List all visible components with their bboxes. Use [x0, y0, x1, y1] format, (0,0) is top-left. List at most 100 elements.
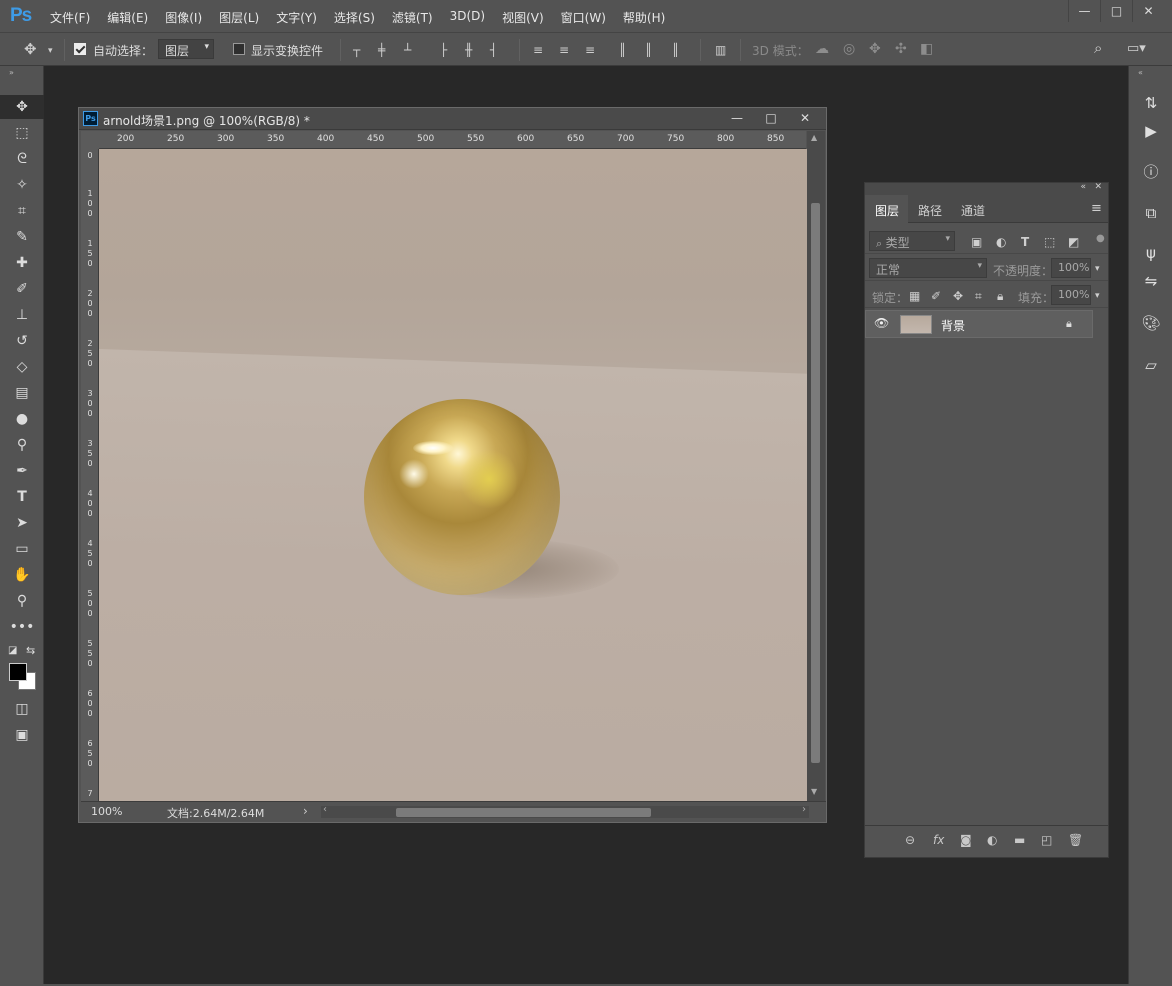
collapse-icon[interactable]: »: [9, 68, 14, 77]
eyedropper-tool-icon[interactable]: ✎: [0, 225, 44, 249]
filter-type-icon[interactable]: T: [1021, 235, 1029, 249]
filter-shape-icon[interactable]: ⬚: [1044, 235, 1055, 249]
align-bottom-icon[interactable]: ┴: [404, 43, 411, 57]
navigator-icon[interactable]: ▱: [1135, 352, 1167, 378]
default-colors-icon[interactable]: ◪: [8, 645, 17, 656]
distribute-hcenter-icon[interactable]: ║: [645, 43, 652, 57]
3d-orbit-icon[interactable]: ☁: [815, 42, 829, 56]
eraser-tool-icon[interactable]: ◇: [0, 355, 44, 379]
menu-select[interactable]: 选择(S): [334, 9, 375, 26]
align-left-icon[interactable]: ├: [440, 43, 447, 57]
chevron-down-icon[interactable]: ▾: [48, 44, 53, 58]
close-button[interactable]: ✕: [1132, 0, 1164, 22]
align-hcenter-icon[interactable]: ╫: [465, 43, 472, 57]
image-canvas[interactable]: [99, 149, 807, 801]
filter-adjustment-icon[interactable]: ◐: [996, 235, 1006, 249]
actions-play-icon[interactable]: ▶: [1135, 118, 1167, 144]
auto-select-dropdown[interactable]: 图层 ▾: [158, 39, 214, 59]
new-group-icon[interactable]: ▬: [1014, 833, 1025, 847]
zoom-tool-icon[interactable]: ⚲: [0, 589, 44, 613]
layer-filter-dropdown[interactable]: ⌕ 类型 ▾: [869, 231, 955, 251]
menu-filter[interactable]: 滤镜(T): [392, 9, 433, 26]
adjustments-icon[interactable]: ⇋: [1135, 268, 1167, 294]
healing-brush-tool-icon[interactable]: ✚: [0, 251, 44, 275]
horizontal-scrollbar[interactable]: ‹ ›: [321, 804, 809, 818]
zoom-level[interactable]: 100%: [91, 805, 122, 818]
trash-icon[interactable]: 🗑︎: [1068, 833, 1083, 847]
panel-menu-icon[interactable]: ≡: [1091, 201, 1102, 216]
restore-button[interactable]: □: [1100, 0, 1132, 22]
menu-edit[interactable]: 编辑(E): [107, 9, 148, 26]
3d-slide-icon[interactable]: ✣: [895, 42, 907, 56]
swap-colors-icon[interactable]: ⇆: [26, 644, 35, 657]
dodge-tool-icon[interactable]: ⚲: [0, 433, 44, 457]
tab-layers[interactable]: 图层: [865, 195, 908, 223]
menu-help[interactable]: 帮助(H): [623, 9, 665, 26]
hand-tool-icon[interactable]: ✋: [0, 563, 44, 587]
lock-artboard-icon[interactable]: ⌗: [975, 289, 982, 303]
lock-pixels-icon[interactable]: ✐: [931, 289, 941, 303]
marquee-tool-icon[interactable]: ⬚: [0, 121, 44, 145]
3d-pan-icon[interactable]: ✥: [869, 42, 881, 56]
vertical-scroll-thumb[interactable]: [811, 203, 820, 763]
distribute-vcenter-icon[interactable]: ≡: [559, 43, 569, 57]
lasso-tool-icon[interactable]: ᘓ: [0, 147, 44, 171]
lock-transparent-icon[interactable]: ▦: [909, 289, 920, 303]
distribute-right-icon[interactable]: ║: [672, 43, 679, 57]
history-brush-tool-icon[interactable]: ↺: [0, 329, 44, 353]
quick-mask-icon[interactable]: ◫: [0, 697, 44, 721]
pen-tool-icon[interactable]: ✒: [0, 459, 44, 483]
vertical-scrollbar[interactable]: ▲ ▼: [807, 131, 825, 801]
menu-window[interactable]: 窗口(W): [561, 9, 606, 26]
move-tool-icon[interactable]: ✥: [0, 95, 44, 119]
ruler-corner[interactable]: [81, 131, 99, 149]
search-icon[interactable]: ⌕: [1094, 41, 1102, 56]
eye-icon[interactable]: 👁︎: [874, 316, 889, 330]
crop-tool-icon[interactable]: ⌗: [0, 199, 44, 223]
expand-icon[interactable]: «: [1138, 68, 1143, 77]
swatches-palette-icon[interactable]: 🎨︎: [1135, 310, 1167, 336]
tab-paths[interactable]: 路径: [918, 202, 942, 219]
distribute-left-icon[interactable]: ║: [619, 43, 626, 57]
auto-select-checkbox[interactable]: [74, 42, 86, 56]
menu-image[interactable]: 图像(I): [165, 9, 202, 26]
align-right-icon[interactable]: ┤: [490, 43, 497, 57]
scroll-down-icon[interactable]: ▼: [811, 787, 817, 796]
show-transform-checkbox[interactable]: [233, 42, 245, 56]
properties-icon[interactable]: ⧉: [1135, 200, 1167, 226]
magic-wand-tool-icon[interactable]: ✧: [0, 173, 44, 197]
chevron-down-icon[interactable]: ▾: [1095, 262, 1100, 276]
rectangle-tool-icon[interactable]: ▭: [0, 537, 44, 561]
vertical-ruler[interactable]: 0 1 0 0 1 5 0 2 0 0 2 5 0 3 0 0 3 5 0 4 …: [81, 149, 99, 801]
auto-align-icon[interactable]: ▥: [715, 43, 726, 57]
chevron-down-icon[interactable]: ▾: [1095, 289, 1100, 303]
more-tools-icon[interactable]: •••: [0, 615, 44, 639]
blur-tool-icon[interactable]: ●: [0, 407, 44, 431]
document-tab[interactable]: Ps arnold场景1.png @ 100%(RGB/8) * — □ ✕: [79, 108, 826, 130]
brush-tool-icon[interactable]: ✐: [0, 277, 44, 301]
document-minimize-button[interactable]: —: [720, 108, 754, 128]
menu-file[interactable]: 文件(F): [50, 9, 90, 26]
blend-mode-dropdown[interactable]: 正常 ▾: [869, 258, 987, 278]
adjustment-layer-icon[interactable]: ◐: [987, 833, 997, 847]
link-layers-icon[interactable]: ⊖: [905, 833, 915, 847]
distribute-top-icon[interactable]: ≡: [533, 43, 543, 57]
add-mask-icon[interactable]: ◙: [960, 833, 972, 847]
type-tool-icon[interactable]: T: [0, 485, 44, 509]
scroll-up-icon[interactable]: ▲: [811, 133, 817, 142]
move-tool-icon[interactable]: ✥: [24, 42, 37, 57]
filter-smart-object-icon[interactable]: ◩: [1068, 235, 1079, 249]
collapse-icon[interactable]: «: [1080, 182, 1086, 192]
menu-type[interactable]: 文字(Y): [276, 9, 317, 26]
brushes-icon[interactable]: ψ: [1135, 240, 1167, 266]
document-size[interactable]: 文档:2.64M/2.64M: [167, 805, 264, 821]
close-icon[interactable]: ✕: [1094, 182, 1102, 192]
workspace-icon[interactable]: ▭▾: [1127, 42, 1146, 56]
chevron-right-icon[interactable]: ›: [303, 804, 308, 818]
new-layer-icon[interactable]: ◰: [1041, 833, 1052, 847]
foreground-color-swatch[interactable]: [9, 663, 27, 681]
lock-position-icon[interactable]: ✥: [953, 289, 963, 303]
document-restore-button[interactable]: □: [754, 108, 788, 128]
minimize-button[interactable]: —: [1068, 0, 1100, 22]
history-icon[interactable]: ⇅: [1135, 90, 1167, 116]
